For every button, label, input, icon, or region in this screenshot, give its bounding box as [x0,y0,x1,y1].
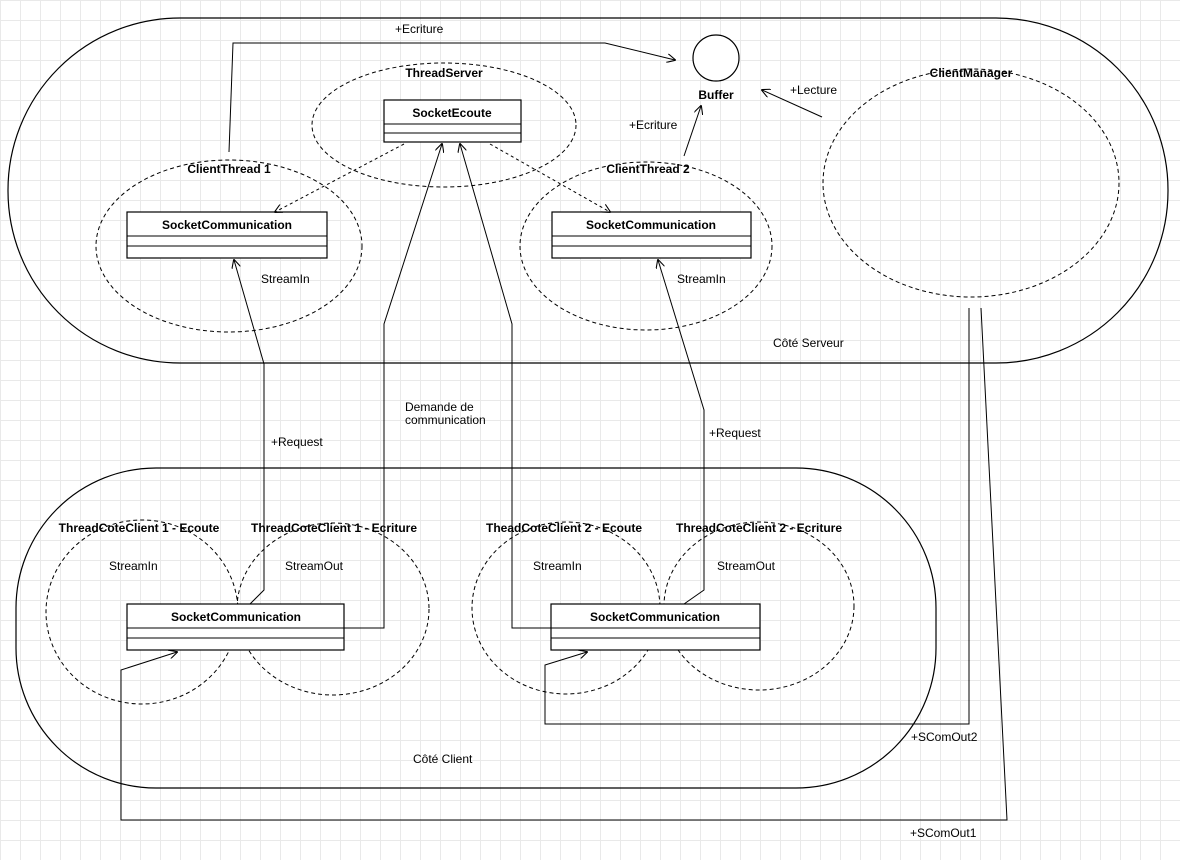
c1-socket-label: SocketCommunication [171,610,301,624]
client-thread-2-title: ClientThread 2 [606,162,690,176]
c2-socket-label: SocketCommunication [590,610,720,624]
request-2-label: +Request [709,426,761,440]
c1-streamin-label: StreamIn [109,559,158,573]
demande-connector [344,144,442,629]
request-1-label: +Request [271,435,323,449]
client2-write-title: ThreadCoteClient 2 - Ecriture [676,521,842,535]
streamin-ct2-label: StreamIn [677,272,726,286]
client-region-label: Côté Client [413,752,473,766]
architecture-diagram: ThreadServer Buffer ClientManager Client… [7,17,1169,840]
server-region-label: Côté Serveur [773,336,844,350]
request-2-connector [658,260,705,605]
ct1-socket-label: SocketCommunication [162,218,292,232]
scomout1-label: +SComOut1 [910,826,977,840]
client-thread-1-title: ClientThread 1 [187,162,271,176]
dispatch-ct1-connector [275,143,405,212]
c1-streamout-label: StreamOut [285,559,344,573]
socket-ecoute-label: SocketEcoute [412,106,492,120]
ct2-socket-label: SocketCommunication [586,218,716,232]
demande-label-line2: communication [405,413,486,427]
ecriture-ct2-connector [683,106,701,157]
ecriture-top-label: +Ecriture [395,22,444,36]
lecture-label: +Lecture [790,83,837,97]
scomout2-connector [544,308,970,725]
client1-write-title: ThreadCoteClient 1 - Ecriture [251,521,417,535]
client1-listen-title: ThreadCoteClient 1 - Ecoute [59,521,220,535]
ecriture-ct2-label: +Ecriture [629,118,678,132]
buffer-circle [692,34,740,82]
request-1-connector [234,260,265,605]
buffer-title: Buffer [698,88,734,102]
client-manager-ellipse [822,68,1120,298]
scomout2-label: +SComOut2 [911,730,978,744]
client2-listen-title: TheadCoteClient 2 - Ecoute [486,521,642,535]
dispatch-ct2-connector [489,143,610,212]
demande-label-line1: Demande de [405,400,474,414]
thread-server-title: ThreadServer [405,66,483,80]
c2-streamout-label: StreamOut [717,559,776,573]
c2-listen-connector [460,144,551,629]
c2-streamin-label: StreamIn [533,559,582,573]
client-manager-title: ClientManager [930,66,1013,80]
streamin-ct1-label: StreamIn [261,272,310,286]
